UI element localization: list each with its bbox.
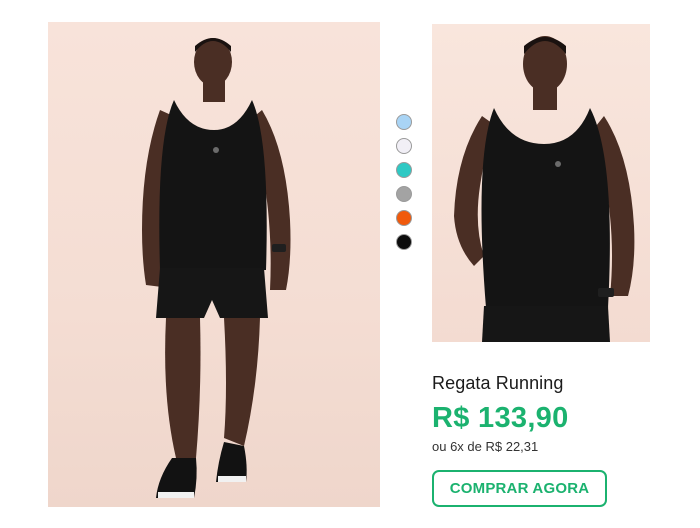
model-upper-body-figure (454, 36, 635, 342)
buy-now-button[interactable]: COMPRAR AGORA (432, 470, 607, 507)
swatch-orange[interactable] (396, 210, 412, 226)
swatch-black[interactable] (396, 234, 412, 250)
color-swatches (396, 114, 414, 258)
product-name: Regata Running (432, 373, 564, 393)
swatch-turquoise[interactable] (396, 162, 412, 178)
swatch-light-blue[interactable] (396, 114, 412, 130)
swatch-white[interactable] (396, 138, 412, 154)
product-price: R$ 133,90 (432, 402, 569, 434)
product-photo-secondary[interactable] (432, 24, 650, 342)
installments-text: ou 6x de R$ 22,31 (432, 439, 539, 454)
swatch-gray[interactable] (396, 186, 412, 202)
model-full-body-figure (142, 38, 291, 498)
product-photo-main[interactable] (48, 22, 380, 507)
